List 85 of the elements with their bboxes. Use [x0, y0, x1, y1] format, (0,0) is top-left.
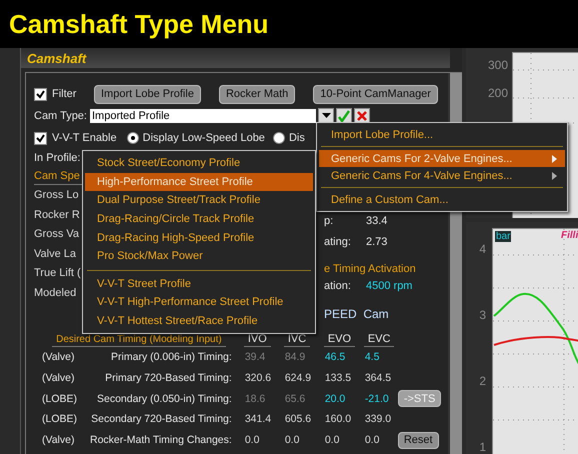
toolbar-button[interactable]: 10-Point CamManager	[313, 84, 438, 104]
field-label: ating:	[324, 236, 352, 250]
table-cell-text: (LOBE)	[42, 412, 78, 428]
column-header: EVO	[324, 332, 356, 347]
y-axis-tick-label: 4	[478, 242, 486, 256]
menu-item[interactable]: V-V-T Street Profile	[85, 274, 313, 294]
toolbar-button[interactable]: Rocker Math	[218, 84, 296, 104]
cam-type-field[interactable]: Imported Profile	[90, 109, 316, 123]
legend-label: bar	[495, 231, 512, 242]
table-cell-text: 320.6	[244, 370, 272, 386]
column-header: EVC	[364, 332, 394, 347]
menu-item[interactable]: V-V-T High-Performance Street Profile	[85, 293, 313, 312]
table-cell-text: 0.0	[244, 433, 260, 448]
field-label: Cam Type:	[34, 110, 87, 122]
section-label: PEED Cam	[324, 306, 389, 321]
table-cell-text: 65.6	[284, 392, 306, 407]
y-axis-tick-label: 3	[478, 308, 486, 322]
table-cell-text: (Valve)	[42, 433, 76, 448]
y-axis-tick-label: 200	[486, 86, 508, 100]
table-cell-text: (Valve)	[42, 370, 76, 386]
section-heading: e Timing Activation	[324, 262, 416, 276]
table-cell-text: Secondary (0.050-in) Timing:	[96, 392, 233, 407]
field-label: Valve La	[34, 248, 77, 262]
field-value: 2.73	[366, 236, 388, 250]
menu-item[interactable]: Generic Cams For 2-Valve Engines...	[319, 150, 565, 167]
table-cell-text: Secondary 720-Based Timing:	[90, 412, 233, 428]
chart-title: Filli	[561, 230, 578, 241]
table-cell-text: (LOBE)	[42, 392, 78, 407]
y-axis-tick-label: 300	[486, 58, 508, 72]
table-cell-text: 133.5	[324, 370, 352, 386]
table-cell-text: Primary 720-Based Timing:	[104, 370, 233, 386]
menu-item[interactable]: High-Performance Street Profile	[85, 172, 313, 192]
field-label: Modeled	[34, 286, 78, 301]
menu-item[interactable]: Define a Custom Cam...	[319, 191, 565, 208]
table-cell-text: 0.0	[364, 433, 380, 448]
menu-item[interactable]: Dual Purpose Street/Track Profile	[85, 191, 313, 210]
table-cell: 39.4	[236, 346, 276, 368]
field-label: Rocker R	[34, 208, 81, 223]
menu-item[interactable]: Generic Cams For 4-Valve Engines...	[319, 167, 565, 184]
field-label: p:	[324, 215, 334, 229]
toolbar-button[interactable]: Import Lobe Profile	[94, 84, 201, 104]
checkbox[interactable]	[34, 132, 47, 144]
table-cell-text: Rocker-Math Timing Changes:	[90, 433, 233, 448]
checkbox-label: V-V-T Enable	[52, 132, 117, 144]
table-cell-text: 605.6	[284, 412, 312, 428]
y-axis-tick-label: 1	[478, 440, 486, 454]
y-axis-tick-label: 2	[478, 374, 486, 388]
checkbox[interactable]	[34, 88, 47, 100]
table-cell: 4.5	[356, 346, 396, 368]
menu-item[interactable]: Stock Street/Economy Profile	[85, 154, 313, 173]
table-cell-text: 339.0	[364, 412, 392, 428]
table-cell-text: 18.6	[244, 392, 266, 407]
table-cell: 46.5	[316, 346, 356, 368]
radio-label: Display Low-Speed Lobe	[142, 132, 265, 144]
field-value: 4500 rpm	[366, 280, 412, 294]
menu-item[interactable]: Drag-Racing High-Speed Profile	[85, 228, 313, 247]
table-cell-text: 364.5	[364, 370, 392, 386]
menu-item[interactable]: Import Lobe Profile...	[319, 126, 565, 143]
table-cell-text: -21.0	[364, 392, 390, 407]
field-label: Gross Lo	[34, 189, 80, 203]
field-label: In Profile:	[34, 152, 80, 164]
field-label: ation:	[324, 280, 352, 294]
table-cell-text: 160.0	[324, 412, 352, 428]
table-cell-text: 0.0	[324, 433, 340, 448]
radio-label: Dis	[288, 132, 305, 144]
table-cell: Primary (0.006-in) Timing:	[90, 346, 236, 368]
table-cell-text: 20.0	[324, 392, 346, 407]
menu-item[interactable]: Pro Stock/Max Power	[85, 246, 313, 266]
menu-item[interactable]: Drag-Racing/Circle Track Profile	[85, 210, 313, 228]
panel-title: Camshaft	[21, 48, 450, 68]
field-label: True Lift (	[34, 267, 82, 282]
radio-button[interactable]	[126, 132, 139, 144]
table-cell-text: 0.0	[284, 433, 300, 448]
section-heading: Cam Spe	[34, 170, 80, 182]
table-cell: 84.9	[276, 346, 316, 368]
page-title: Camshaft Type Menu	[9, 8, 269, 40]
radio-button[interactable]	[272, 132, 285, 144]
action-button[interactable]: Reset	[398, 432, 439, 449]
field-value: 33.4	[366, 215, 388, 229]
menu-item[interactable]: V-V-T Hottest Street/Race Profile	[85, 312, 313, 330]
field-label: Gross Va	[34, 228, 80, 242]
table-cell: (Valve)	[42, 346, 90, 368]
table-cell-text: 341.4	[244, 412, 272, 428]
checkbox-label: Filter	[52, 88, 78, 100]
table-cell-text: 624.9	[284, 370, 312, 386]
